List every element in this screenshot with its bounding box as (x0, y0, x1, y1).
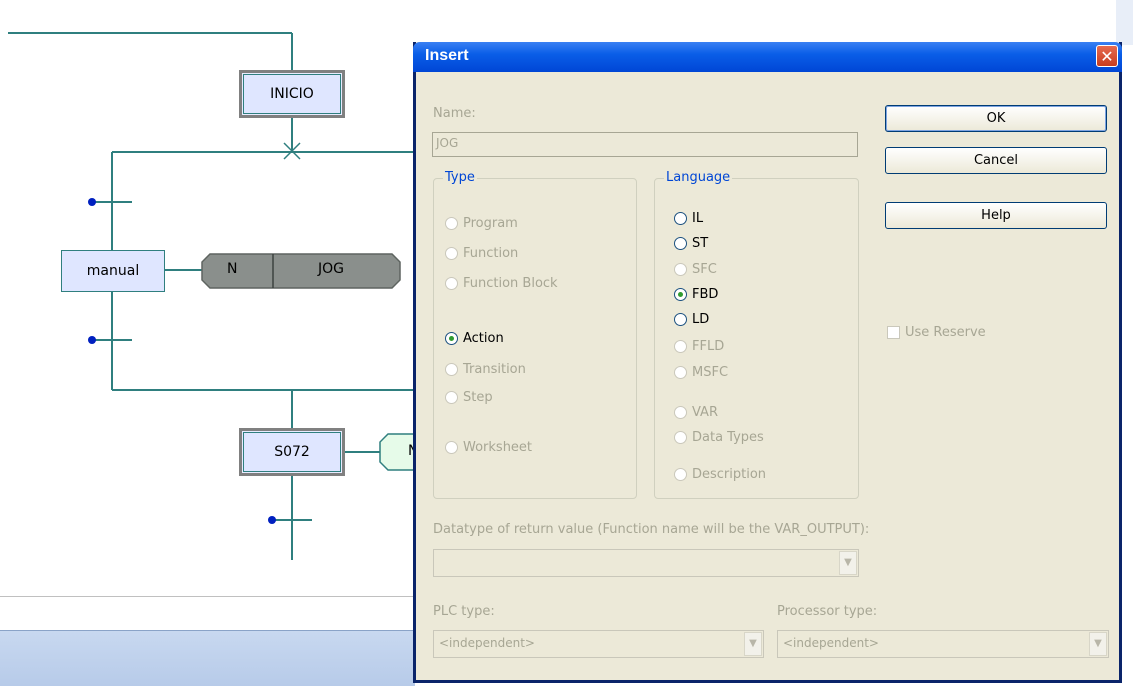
type-group-title: Type (443, 170, 477, 185)
cancel-button[interactable]: Cancel (885, 147, 1107, 174)
transition-dot (268, 516, 276, 524)
ok-button[interactable]: OK (885, 105, 1107, 132)
radio-label: IL (692, 211, 704, 226)
close-button[interactable]: ✕ (1096, 45, 1118, 67)
radio-icon (674, 431, 687, 444)
processor-type-dropdown[interactable]: <independent> ▼ (777, 630, 1109, 658)
radio-worksheet[interactable]: Worksheet (445, 440, 532, 455)
radio-icon (674, 366, 687, 379)
radio-label: FFLD (692, 339, 725, 354)
plc-type-dropdown[interactable]: <independent> ▼ (433, 630, 764, 658)
horizontal-scrollbar[interactable] (0, 596, 415, 627)
radio-il[interactable]: IL (674, 211, 703, 226)
radio-icon (445, 247, 458, 260)
chevron-down-icon[interactable]: ▼ (839, 551, 857, 575)
radio-icon (674, 263, 687, 276)
radio-label: LD (692, 312, 710, 327)
radio-icon (445, 441, 458, 454)
radio-label: MSFC (692, 365, 729, 380)
radio-icon (674, 406, 687, 419)
radio-label: Action (463, 331, 504, 346)
action-qualifier: N (227, 261, 238, 277)
transition-dot (88, 336, 96, 344)
radio-label: Program (463, 216, 518, 231)
language-group-title: Language (664, 170, 733, 185)
radio-data-types[interactable]: Data Types (674, 430, 764, 445)
radio-icon (445, 363, 458, 376)
radio-label: VAR (692, 405, 718, 420)
close-icon: ✕ (1100, 47, 1114, 66)
radio-msfc[interactable]: MSFC (674, 365, 728, 380)
vertical-scrollbar[interactable] (1116, 0, 1133, 45)
step-s072[interactable]: S072 (239, 428, 345, 476)
radio-label: SFC (692, 262, 717, 277)
radio-transition[interactable]: Transition (445, 362, 526, 377)
radio-icon (674, 288, 687, 301)
radio-ffld[interactable]: FFLD (674, 339, 724, 354)
action-name: JOG (318, 261, 344, 277)
use-reserve-checkbox[interactable]: Use Reserve (887, 325, 986, 340)
return-type-label: Datatype of return value (Function name … (433, 522, 870, 537)
radio-st[interactable]: ST (674, 236, 708, 251)
radio-label: Function Block (463, 276, 558, 291)
step-label: INICIO (270, 86, 314, 102)
return-type-dropdown[interactable]: ▼ (433, 549, 859, 577)
radio-icon (445, 332, 458, 345)
radio-icon (674, 340, 687, 353)
dialog-title: Insert (425, 47, 469, 64)
processor-type-label: Processor type: (777, 604, 878, 619)
radio-program[interactable]: Program (445, 216, 518, 231)
radio-icon (674, 313, 687, 326)
step-inicio[interactable]: INICIO (239, 70, 345, 118)
radio-var[interactable]: VAR (674, 405, 718, 420)
name-label: Name: (433, 106, 476, 121)
radio-function[interactable]: Function (445, 246, 518, 261)
transition-dot (88, 198, 96, 206)
radio-label: Worksheet (463, 440, 533, 455)
chevron-down-icon[interactable]: ▼ (1089, 632, 1107, 656)
step-label: manual (86, 263, 140, 279)
dropdown-value: <independent> (439, 636, 535, 650)
radio-icon (445, 217, 458, 230)
step-label: S072 (274, 444, 310, 460)
radio-label: Step (463, 390, 493, 405)
radio-label: Data Types (692, 430, 764, 445)
radio-fbd[interactable]: FBD (674, 287, 718, 302)
radio-label: Description (692, 467, 767, 482)
radio-icon (674, 237, 687, 250)
checkbox-label: Use Reserve (905, 325, 986, 340)
radio-icon (445, 391, 458, 404)
radio-icon (674, 468, 687, 481)
chevron-down-icon[interactable]: ▼ (744, 632, 762, 656)
radio-label: FBD (692, 287, 719, 302)
radio-function-block[interactable]: Function Block (445, 276, 558, 291)
radio-label: Function (463, 246, 519, 261)
radio-action[interactable]: Action (445, 331, 504, 346)
radio-ld[interactable]: LD (674, 312, 709, 327)
dropdown-value: <independent> (783, 636, 879, 650)
dialog-title-bar[interactable]: Insert ✕ (413, 42, 1122, 72)
help-button[interactable]: Help (885, 202, 1107, 229)
plc-type-label: PLC type: (433, 604, 495, 619)
radio-label: ST (692, 236, 709, 251)
radio-description[interactable]: Description (674, 467, 766, 482)
radio-icon (445, 277, 458, 290)
radio-step[interactable]: Step (445, 390, 493, 405)
status-bar (0, 630, 415, 686)
step-manual[interactable]: manual (61, 250, 165, 292)
radio-icon (674, 212, 687, 225)
radio-label: Transition (463, 362, 526, 377)
checkbox-icon (887, 326, 900, 339)
radio-sfc[interactable]: SFC (674, 262, 717, 277)
name-field[interactable]: JOG (432, 132, 858, 157)
